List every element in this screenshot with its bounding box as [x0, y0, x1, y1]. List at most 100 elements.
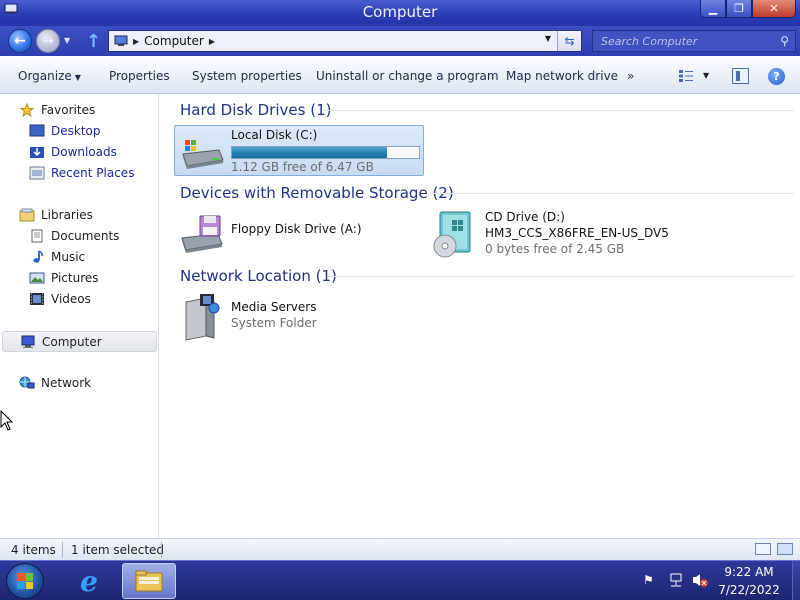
selection-count: 1 item selected	[71, 543, 165, 557]
breadcrumb-computer[interactable]: Computer	[144, 34, 204, 48]
computer-icon	[114, 35, 128, 46]
group-header-removable-storage[interactable]: Devices with Removable Storage (2)	[180, 184, 454, 202]
properties-button[interactable]: Properties	[109, 69, 170, 83]
drive-cd-d[interactable]: CD Drive (D:) HM3_CCS_X86FRE_EN-US_DV5 0…	[428, 206, 669, 258]
organize-button[interactable]: Organize ▼	[18, 69, 81, 83]
maximize-button[interactable]: ❐	[726, 0, 752, 18]
close-button[interactable]: ✕	[752, 0, 796, 18]
sidebar-item-pictures[interactable]: Pictures	[29, 268, 99, 288]
clock-date[interactable]: 7/22/2022	[712, 583, 786, 597]
sidebar-item-label: Computer	[42, 334, 102, 349]
navigation-bar: ← → ▼ ↑ ▶ Computer ▶ ▼ ⇆ ⚲	[0, 26, 800, 56]
minimize-icon: ▁	[708, 2, 718, 15]
volume-muted-icon[interactable]	[691, 572, 709, 588]
sidebar-item-label: Libraries	[41, 208, 93, 222]
status-divider	[62, 542, 63, 558]
back-button[interactable]: ←	[8, 29, 32, 53]
more-commands-button[interactable]: »	[627, 69, 634, 83]
sidebar-item-downloads[interactable]: Downloads	[29, 142, 117, 162]
recent-pages-dropdown[interactable]: ▼	[64, 36, 70, 45]
sidebar-item-desktop[interactable]: Desktop	[29, 121, 101, 141]
drive-floppy-a[interactable]: Floppy Disk Drive (A:)	[174, 206, 374, 258]
uninstall-program-button[interactable]: Uninstall or change a program	[316, 69, 499, 83]
details-view-icon[interactable]	[755, 543, 771, 555]
sidebar-item-recent-places[interactable]: Recent Places	[29, 163, 134, 183]
videos-icon	[30, 293, 44, 305]
media-servers-folder[interactable]: Media Servers System Folder	[174, 290, 374, 342]
downloads-folder-icon	[30, 147, 44, 158]
preview-pane-icon[interactable]	[732, 68, 749, 84]
system-properties-button[interactable]: System properties	[192, 69, 302, 83]
group-header-network-location[interactable]: Network Location (1)	[180, 267, 337, 285]
windows-logo-icon	[17, 573, 33, 589]
help-icon[interactable]: ?	[768, 68, 785, 85]
view-dropdown-icon[interactable]: ▼	[703, 71, 709, 80]
drive-volume-label: HM3_CCS_X86FRE_EN-US_DV5	[485, 226, 669, 240]
forward-button[interactable]: →	[36, 29, 60, 53]
computer-icon	[21, 335, 35, 348]
drive-free-space: 0 bytes free of 2.45 GB	[485, 242, 625, 256]
sidebar-item-favorites[interactable]: Favorites	[19, 100, 95, 120]
breadcrumb-arrow-icon[interactable]: ▶	[209, 37, 215, 46]
folder-type: System Folder	[231, 316, 317, 330]
action-center-flag-icon[interactable]: ⚑	[643, 573, 654, 587]
change-view-icon[interactable]	[678, 69, 694, 83]
drive-name: Floppy Disk Drive (A:)	[231, 222, 362, 236]
refresh-icon: ⇆	[564, 34, 575, 48]
folder-name: Media Servers	[231, 300, 317, 314]
sidebar-item-documents[interactable]: Documents	[29, 226, 119, 246]
sidebar-item-music[interactable]: Music	[29, 247, 85, 267]
drive-local-disk-c[interactable]: Local Disk (C:) 1.12 GB free of 6.47 GB	[174, 125, 424, 176]
drive-name: CD Drive (D:)	[485, 210, 565, 224]
taskbar-internet-explorer[interactable]: e	[62, 563, 116, 599]
sidebar-item-label: Recent Places	[51, 166, 135, 180]
file-view: Hard Disk Drives (1) Local Disk (C:) 1.1…	[160, 94, 800, 538]
title-bar[interactable]: Computer ▁ ❐ ✕	[0, 0, 800, 26]
refresh-button[interactable]: ⇆	[557, 31, 581, 51]
status-divider	[161, 542, 162, 558]
up-button[interactable]: ↑	[86, 31, 101, 52]
search-box: ⚲	[592, 30, 796, 52]
window-title: Computer	[362, 3, 438, 21]
group-divider	[324, 110, 794, 111]
sidebar-item-label: Network	[41, 376, 92, 390]
search-input[interactable]	[593, 31, 773, 51]
capacity-bar-fill	[232, 147, 388, 158]
group-header-hard-disk-drives[interactable]: Hard Disk Drives (1)	[180, 101, 331, 119]
close-icon: ✕	[769, 2, 779, 15]
drive-name: Local Disk (C:)	[231, 128, 318, 142]
clock-time[interactable]: 9:22 AM	[712, 565, 786, 579]
internet-explorer-icon: e	[80, 564, 98, 598]
map-network-drive-button[interactable]: Map network drive	[506, 69, 618, 83]
back-arrow-icon: ←	[14, 33, 26, 49]
breadcrumb-arrow-icon[interactable]: ▶	[133, 37, 139, 46]
capacity-bar	[231, 146, 420, 159]
pictures-icon	[29, 272, 45, 284]
group-header-label: Network Location (1)	[180, 267, 337, 285]
hard-drive-icon	[182, 140, 224, 169]
sidebar-item-videos[interactable]: Videos	[29, 289, 91, 309]
sidebar-item-label: Favorites	[41, 103, 96, 117]
sidebar-item-label: Desktop	[51, 124, 101, 138]
sidebar-item-label: Videos	[51, 292, 91, 306]
group-divider	[432, 193, 794, 194]
status-bar: 4 items 1 item selected	[0, 538, 800, 560]
sidebar-item-libraries[interactable]: Libraries	[19, 205, 93, 225]
address-bar[interactable]: ▶ Computer ▶ ▼ ⇆	[108, 30, 582, 52]
sidebar-item-network[interactable]: Network	[19, 373, 91, 393]
start-button[interactable]	[6, 563, 44, 599]
address-dropdown-icon[interactable]: ▼	[545, 34, 551, 43]
sidebar-item-label: Music	[51, 250, 86, 264]
sidebar-item-computer[interactable]: Computer	[2, 331, 157, 352]
windows-explorer-folder-icon	[135, 570, 163, 592]
sidebar-item-label: Pictures	[51, 271, 99, 285]
taskbar-windows-explorer[interactable]	[122, 563, 176, 599]
show-desktop-button[interactable]	[792, 561, 800, 600]
command-bar: Organize ▼ Properties System properties U…	[0, 56, 800, 94]
search-icon[interactable]: ⚲	[780, 34, 789, 48]
large-icons-view-icon[interactable]	[777, 543, 793, 555]
chevron-down-icon: ▼	[74, 73, 81, 82]
network-tray-icon[interactable]	[668, 572, 684, 588]
floppy-drive-icon	[181, 215, 223, 253]
minimize-button[interactable]: ▁	[700, 0, 726, 18]
